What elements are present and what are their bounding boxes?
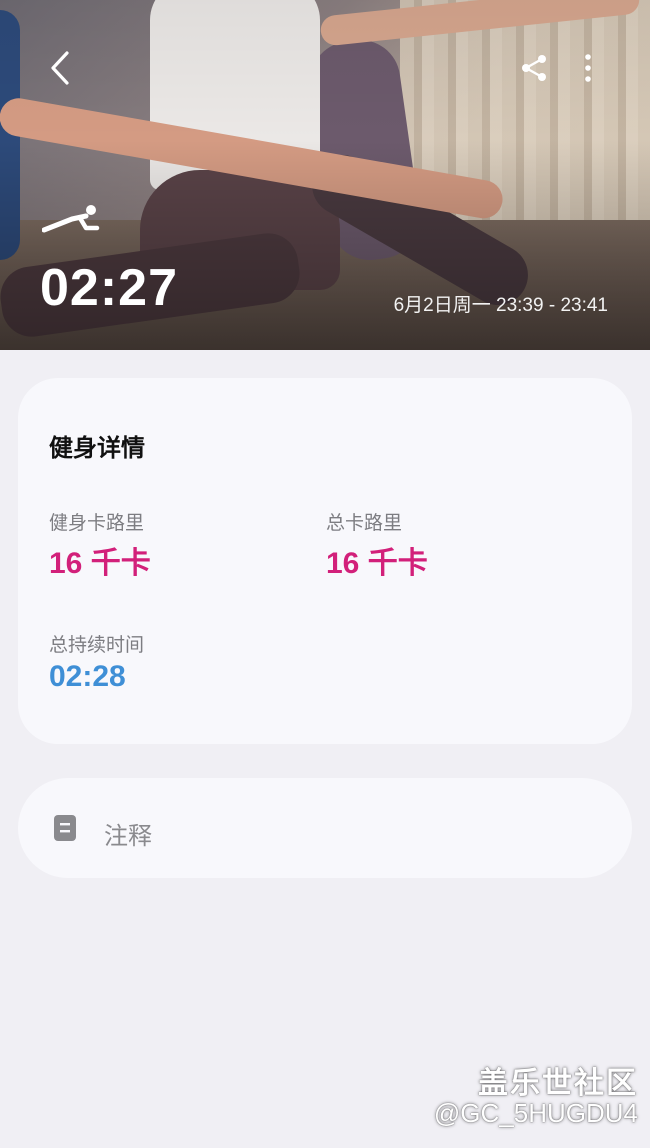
workout-hero-image: 02:27 6月2日周一 23:39 - 23:41 <box>0 0 650 350</box>
fitness-calories-value: 16 千卡 <box>49 547 151 580</box>
more-vertical-icon <box>585 54 591 82</box>
workout-duration: 02:27 <box>40 259 178 317</box>
total-duration-value: 02:28 <box>49 660 126 693</box>
watermark-community-name: 盖乐世社区 <box>478 1067 638 1100</box>
fitness-details-card: 健身详情 健身卡路里 16 千卡 总卡路里 16 千卡 总持续时间 02:28 <box>18 378 632 744</box>
note-icon <box>54 815 76 841</box>
notes-label: 注释 <box>104 823 152 850</box>
fitness-calories-label: 健身卡路里 <box>49 513 145 534</box>
back-button[interactable] <box>38 46 82 90</box>
total-duration-label: 总持续时间 <box>49 635 145 656</box>
share-icon <box>522 55 546 81</box>
plank-exercise-icon <box>42 205 100 233</box>
notes-field[interactable]: 注释 <box>18 778 632 878</box>
card-title: 健身详情 <box>49 435 145 462</box>
total-calories-value: 16 千卡 <box>326 547 428 580</box>
workout-date-range: 6月2日周一 23:39 - 23:41 <box>393 295 608 316</box>
chevron-left-icon <box>51 51 69 85</box>
share-button[interactable] <box>512 46 556 90</box>
watermark-user-handle: @GC_5HUGDU4 <box>433 1098 638 1128</box>
total-calories-label: 总卡路里 <box>326 513 403 534</box>
more-options-button[interactable] <box>568 46 608 90</box>
